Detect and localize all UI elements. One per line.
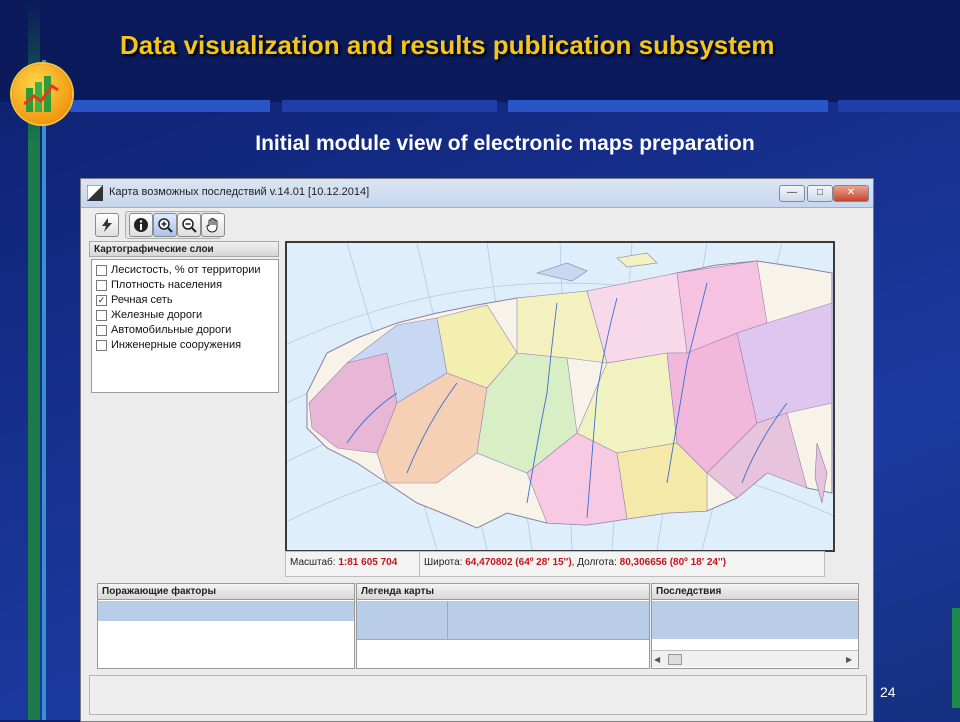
- layers-panel-header: Картографические слои: [89, 241, 279, 257]
- layer-checkbox-checked[interactable]: ✓: [96, 294, 107, 306]
- scale-readout: Масштаб: 1:81 605 704: [285, 551, 421, 577]
- layer-item-roads[interactable]: Автомобильные дороги: [96, 324, 231, 338]
- slide-stripe: [508, 100, 828, 112]
- close-button[interactable]: ✕: [833, 185, 869, 202]
- scroll-right-icon[interactable]: ▶: [846, 655, 852, 664]
- layer-checkbox[interactable]: [96, 309, 107, 321]
- scale-value: 1:81 605 704: [338, 557, 398, 568]
- layer-label: Лесистость, % от территории: [111, 264, 261, 276]
- map-canvas[interactable]: [246, 241, 873, 552]
- zoom-out-button[interactable]: [177, 213, 201, 237]
- zoom-in-icon: [158, 218, 173, 233]
- maximize-button[interactable]: □: [807, 185, 833, 202]
- slide-right-bar: [952, 608, 960, 708]
- slide-stripe: [70, 100, 270, 112]
- layer-item-rivers[interactable]: ✓ Речная сеть: [96, 294, 173, 308]
- info-button[interactable]: [129, 213, 153, 237]
- latitude-label: Широта:: [424, 557, 463, 568]
- zoom-out-icon: [182, 218, 197, 233]
- scale-label: Масштаб:: [290, 557, 336, 568]
- latitude-value: 64,470802 (64º 28' 15''): [465, 557, 572, 568]
- hand-pan-icon: [206, 218, 218, 233]
- zoom-in-button[interactable]: [153, 213, 177, 237]
- window-title: Карта возможных последствий v.14.01 [10.…: [109, 186, 370, 198]
- layer-checkbox[interactable]: [96, 279, 107, 291]
- longitude-label: , Долгота:: [571, 557, 617, 568]
- layer-label: Железные дороги: [111, 309, 203, 321]
- info-icon: [134, 218, 148, 232]
- factors-table[interactable]: Поражающие факторы: [97, 583, 355, 669]
- layer-item-forest[interactable]: Лесистость, % от территории: [96, 264, 261, 278]
- slide-title: Data visualization and results publicati…: [120, 30, 775, 60]
- russia-map: [246, 242, 873, 551]
- minimize-button[interactable]: —: [779, 185, 805, 202]
- slide-subtitle: Initial module view of electronic maps p…: [255, 132, 755, 155]
- scroll-thumb[interactable]: [668, 654, 682, 665]
- layer-checkbox[interactable]: [96, 324, 107, 336]
- layers-list: Лесистость, % от территории Плотность на…: [91, 259, 279, 393]
- slide-stripe: [838, 100, 960, 112]
- lightning-icon: [102, 218, 112, 232]
- layer-label: Инженерные сооружения: [111, 339, 242, 351]
- layer-label: Автомобильные дороги: [111, 324, 232, 336]
- table-row[interactable]: [652, 601, 858, 639]
- slide-left-accent: [42, 60, 46, 720]
- legend-table[interactable]: Легенда карты: [356, 583, 650, 669]
- horizontal-scrollbar[interactable]: ◀ ▶: [652, 650, 858, 667]
- table-row[interactable]: [357, 601, 649, 640]
- column-divider: [447, 601, 448, 639]
- table-row[interactable]: [98, 601, 354, 621]
- consequences-table[interactable]: Последствия ◀ ▶: [651, 583, 859, 669]
- pan-button[interactable]: [201, 213, 225, 237]
- scroll-left-icon[interactable]: ◀: [654, 655, 660, 664]
- layer-checkbox[interactable]: [96, 264, 107, 276]
- factors-header: Поражающие факторы: [98, 584, 354, 600]
- longitude-value: 80,306656 (80º 18' 24''): [619, 557, 727, 568]
- bottom-panel: [89, 675, 867, 715]
- legend-header: Легенда карты: [357, 584, 649, 600]
- coordinates-readout: Широта: 64,470802 (64º 28' 15''), Долгот…: [419, 551, 825, 577]
- app-window: Карта возможных последствий v.14.01 [10.…: [80, 178, 874, 722]
- page-number: 24: [880, 684, 896, 700]
- layer-label: Плотность населения: [111, 279, 223, 291]
- chart-logo-icon: [12, 64, 72, 124]
- layer-item-railways[interactable]: Железные дороги: [96, 309, 202, 323]
- layer-item-structures[interactable]: Инженерные сооружения: [96, 339, 241, 353]
- layer-checkbox[interactable]: [96, 339, 107, 351]
- layer-item-population[interactable]: Плотность населения: [96, 279, 222, 293]
- app-icon: [87, 185, 103, 201]
- window-titlebar[interactable]: Карта возможных последствий v.14.01 [10.…: [81, 179, 873, 208]
- layer-label: Речная сеть: [111, 294, 173, 306]
- lightning-button[interactable]: [95, 213, 119, 237]
- consequences-header: Последствия: [652, 584, 858, 600]
- slide-stripe: [282, 100, 497, 112]
